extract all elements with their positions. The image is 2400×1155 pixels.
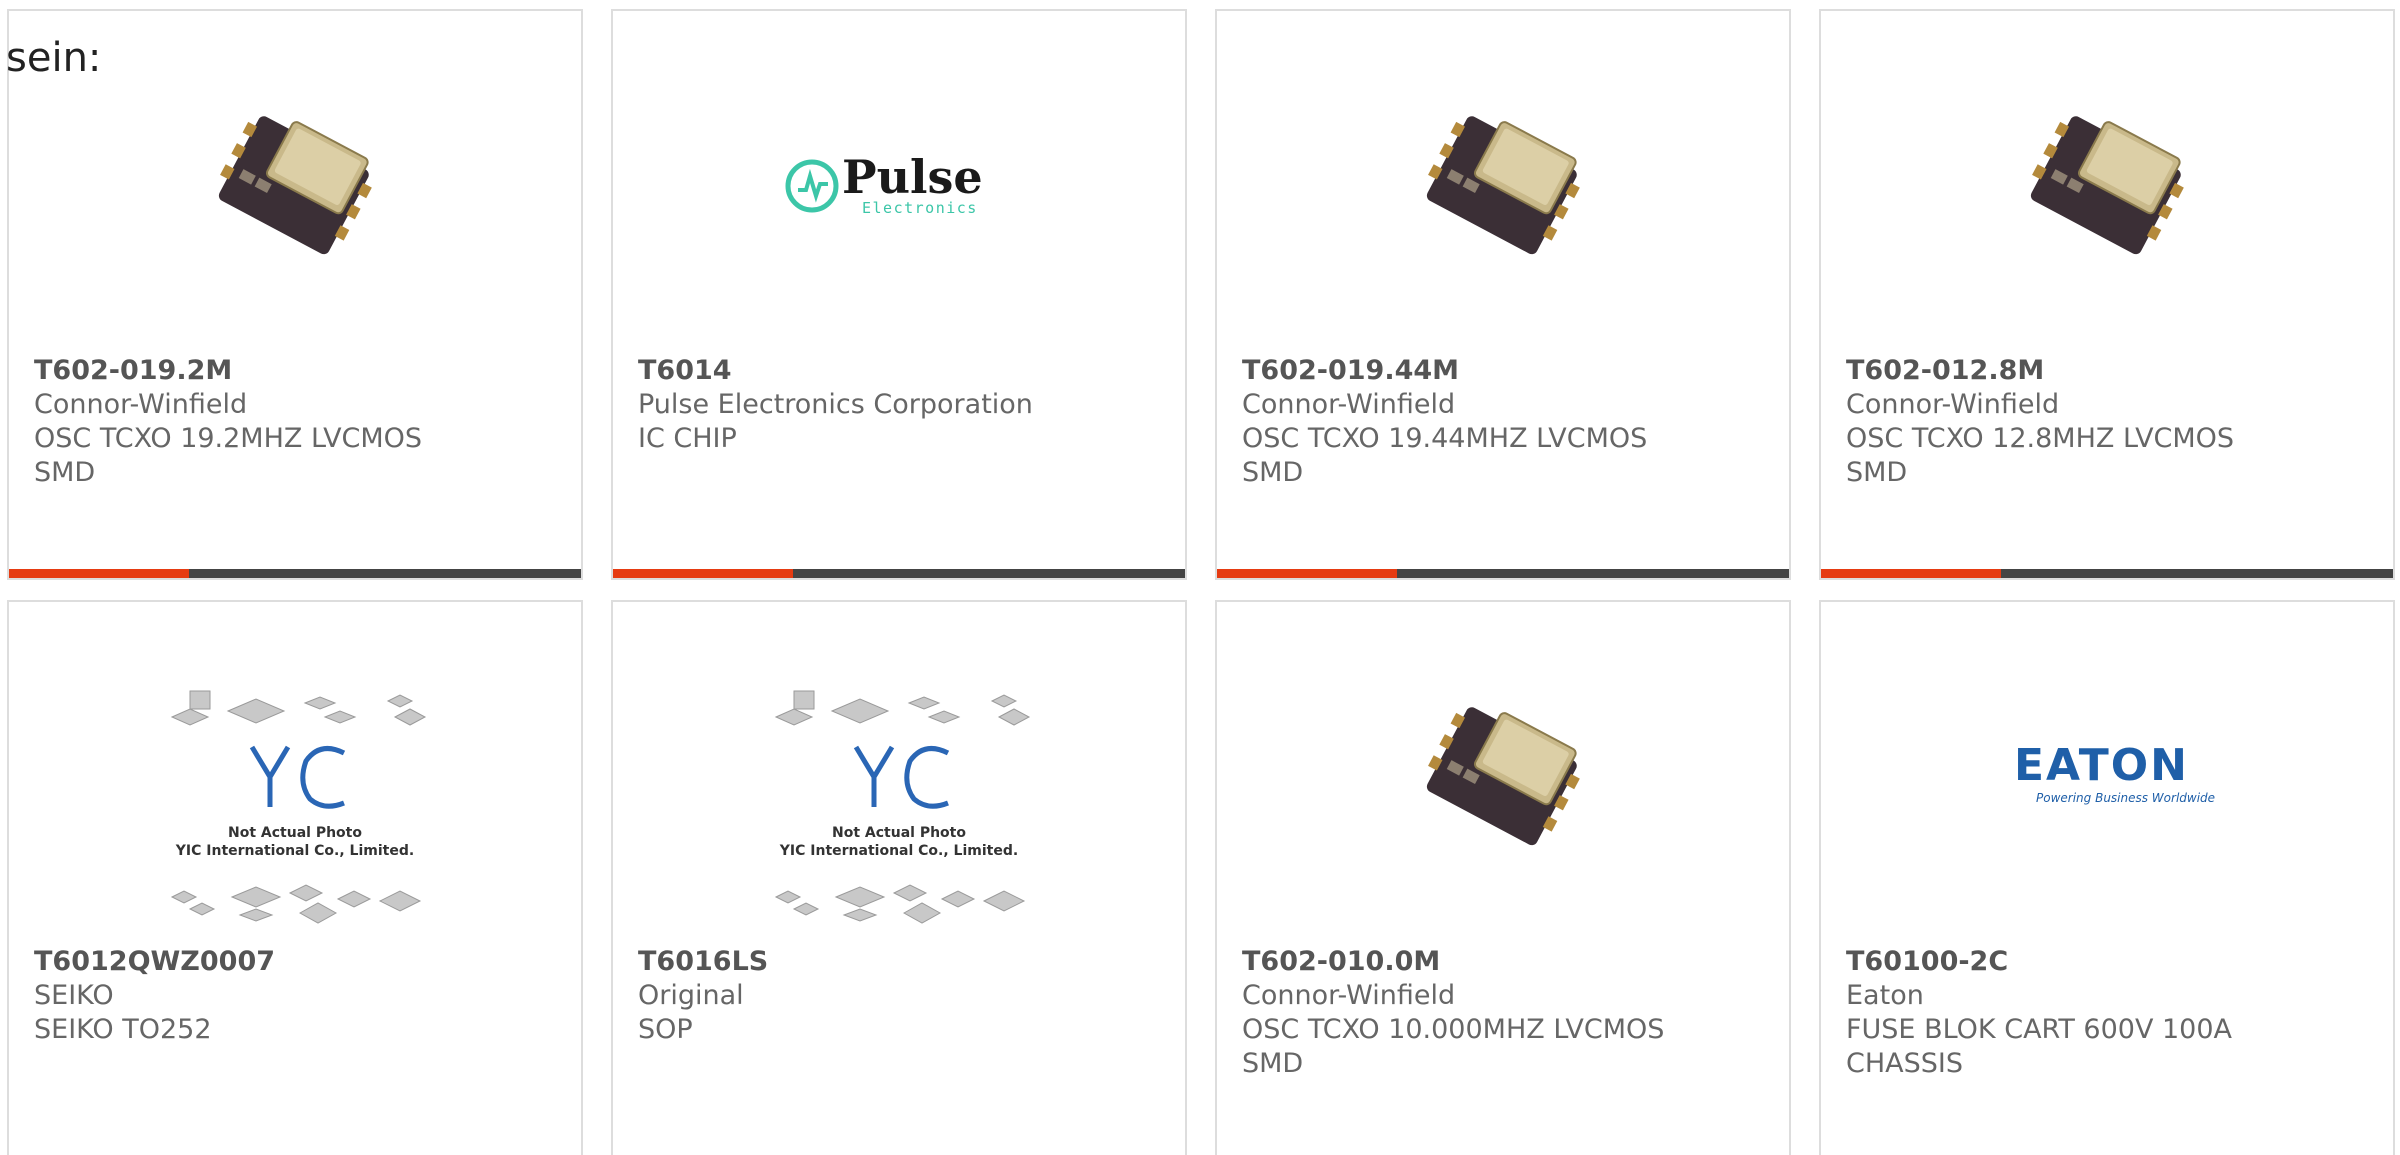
description: FUSE BLOK CART 600V 100A [1846,1014,2233,1045]
pulse-sub-text: Electronics [862,199,978,217]
product-image[interactable]: Pulse Electronics [784,83,1014,283]
description: OSC TCXO 19.2MHZ LVCMOS [34,423,423,454]
manufacturer: Connor-Winfield [1242,389,1456,420]
part-number[interactable]: T6016LS [638,945,1165,979]
product-card[interactable]: Pulse Electronics T6014 Pulse Electronic… [611,9,1187,580]
product-info: T602-010.0M Connor-Winfield OSC TCXO 10.… [1242,945,1769,1081]
product-card[interactable]: T602-019.44M Connor-Winfield OSC TCXO 19… [1215,9,1791,580]
part-number[interactable]: T6012QWZ0007 [34,945,561,979]
product-info: T6012QWZ0007 SEIKO SEIKO TO252 [34,945,561,1047]
oscillator-chip-icon [2030,116,2184,255]
description: OSC TCXO 19.44MHZ LVCMOS [1242,423,1648,454]
card-accent-bar [613,569,1185,578]
description-cont: SMD [1242,457,1304,488]
part-number[interactable]: T602-012.8M [1846,354,2373,388]
part-number[interactable]: T602-019.2M [34,354,561,388]
description-cont: CHASSIS [1846,1048,1964,1079]
placeholder-line2: YIC International Co., Limited. [779,843,1018,859]
placeholder-line1: Not Actual Photo [228,825,362,841]
product-grid-page: sein: T602-019.2M Connor-Winfield OSC TC… [0,0,2400,1155]
product-info: T6016LS Original SOP [638,945,1165,1047]
manufacturer: Eaton [1846,980,1924,1011]
description-cont: SMD [1242,1048,1304,1079]
product-image[interactable] [1403,674,1603,874]
manufacturer: Connor-Winfield [1846,389,2060,420]
oscillator-chip-icon [218,116,372,255]
product-card[interactable]: EATON Powering Business Worldwide T60100… [1819,600,2395,1155]
not-actual-photo-icon: Not Actual Photo YIC International Co., … [774,690,1031,924]
manufacturer: Connor-Winfield [1242,980,1456,1011]
product-image[interactable]: Not Actual Photo YIC International Co., … [160,687,430,927]
product-card[interactable]: T602-010.0M Connor-Winfield OSC TCXO 10.… [1215,600,1791,1155]
product-image[interactable]: Not Actual Photo YIC International Co., … [764,687,1034,927]
product-image[interactable] [2007,83,2207,283]
description-cont: SMD [34,457,96,488]
placeholder-line2: YIC International Co., Limited. [175,843,414,859]
product-info: T6014 Pulse Electronics Corporation IC C… [638,354,1165,456]
description: OSC TCXO 12.8MHZ LVCMOS [1846,423,2235,454]
product-image[interactable] [1403,83,1603,283]
description-cont: SMD [1846,457,1908,488]
manufacturer: Connor-Winfield [34,389,248,420]
description: SEIKO TO252 [34,1014,212,1045]
product-card[interactable]: Not Actual Photo YIC International Co., … [611,600,1187,1155]
product-card[interactable]: Not Actual Photo YIC International Co., … [7,600,583,1155]
not-actual-photo-icon: Not Actual Photo YIC International Co., … [170,690,427,924]
manufacturer: SEIKO [34,980,114,1011]
description: SOP [638,1014,693,1045]
part-number[interactable]: T60100-2C [1846,945,2373,979]
pulse-brand-text: Pulse [842,150,983,204]
card-accent-bar [1217,569,1789,578]
part-number[interactable]: T602-010.0M [1242,945,1769,979]
placeholder-line1: Not Actual Photo [832,825,966,841]
product-info: T60100-2C Eaton FUSE BLOK CART 600V 100A… [1846,945,2373,1081]
card-accent-bar [9,569,581,578]
product-image[interactable]: EATON Powering Business Worldwide [1992,674,2222,874]
manufacturer: Original [638,980,744,1011]
eaton-tagline-text: Powering Business Worldwide [2036,791,2215,805]
pulse-logo-icon: Pulse Electronics [785,150,983,217]
product-card[interactable]: T602-012.8M Connor-Winfield OSC TCXO 12.… [1819,9,2395,580]
card-accent-bar [1821,569,2393,578]
product-info: T602-019.2M Connor-Winfield OSC TCXO 19.… [34,354,561,490]
description: IC CHIP [638,423,737,454]
product-card[interactable]: T602-019.2M Connor-Winfield OSC TCXO 19.… [7,9,583,580]
manufacturer: Pulse Electronics Corporation [638,389,1033,420]
eaton-brand-text: EATON [2014,740,2189,791]
part-number[interactable]: T602-019.44M [1242,354,1769,388]
oscillator-chip-icon [1426,116,1580,255]
description: OSC TCXO 10.000MHZ LVCMOS [1242,1014,1665,1045]
product-info: T602-012.8M Connor-Winfield OSC TCXO 12.… [1846,354,2373,490]
part-number[interactable]: T6014 [638,354,1165,388]
product-image[interactable] [195,83,395,283]
product-info: T602-019.44M Connor-Winfield OSC TCXO 19… [1242,354,1769,490]
eaton-logo-icon: EATON Powering Business Worldwide [2014,740,2215,805]
intro-text: sein: [6,35,102,81]
oscillator-chip-icon [1426,707,1580,846]
